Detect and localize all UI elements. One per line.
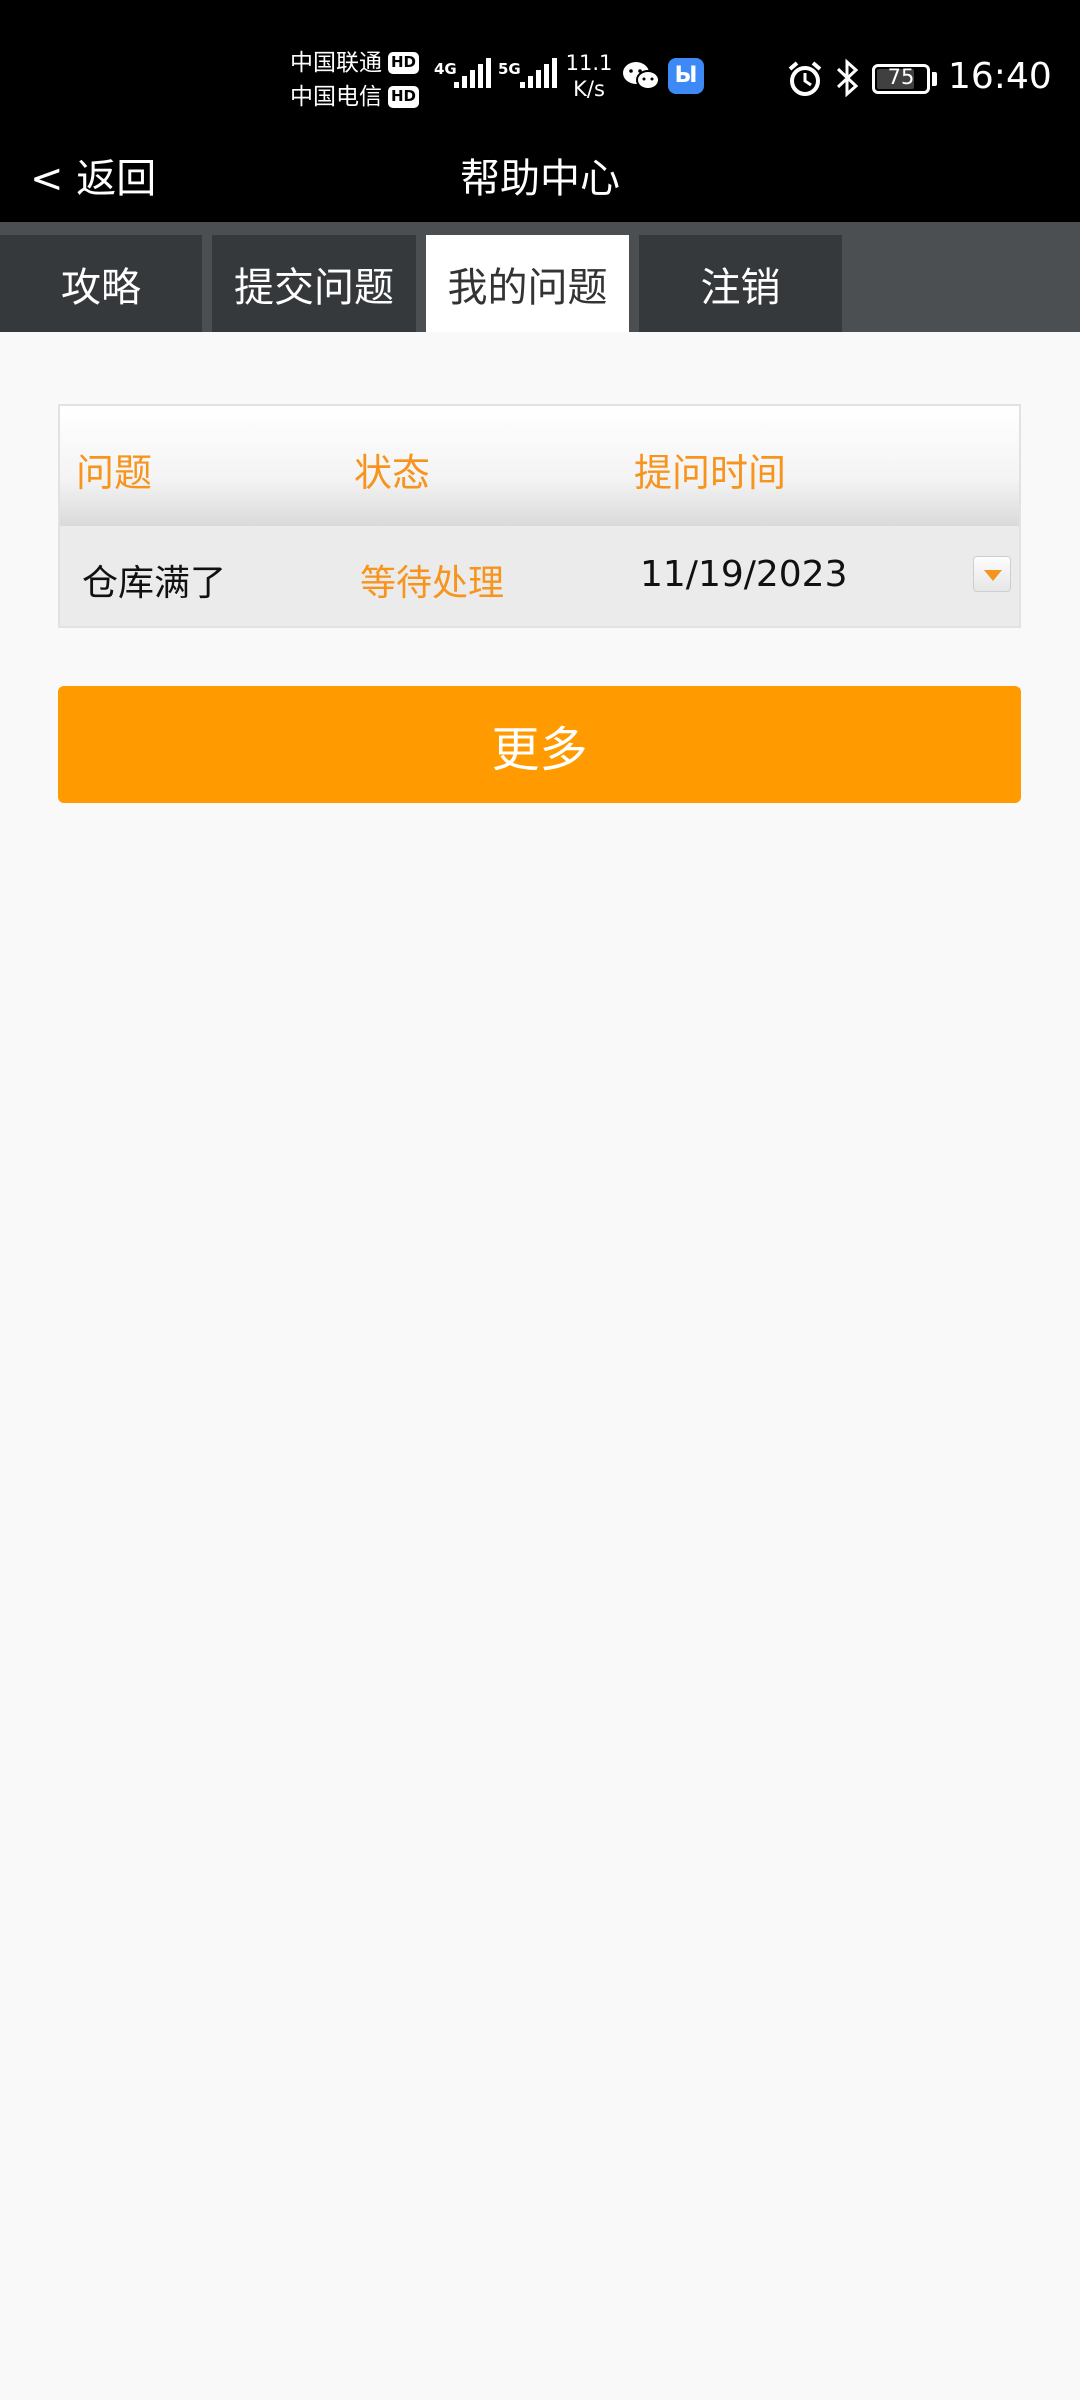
tab-my-questions[interactable]: 我的问题	[426, 235, 629, 332]
signal-icon-2	[520, 58, 557, 88]
table-row[interactable]: 仓库满了 等待处理 11/19/2023	[60, 526, 1019, 626]
network-speed: 11.1 K/s	[562, 50, 616, 102]
page-title: 帮助中心	[460, 156, 620, 202]
bluetooth-icon	[836, 58, 859, 98]
battery-level: 75	[887, 65, 915, 89]
tab-guide[interactable]: 攻略	[0, 235, 202, 332]
question-time: 11/19/2023	[640, 554, 848, 595]
carrier-2: 中国电信	[290, 84, 382, 110]
status-bar: 中国联通 HD 中国电信 HD 4G 5G 11.1 K/s Ы 75 16:40	[0, 0, 1080, 122]
tab-logout[interactable]: 注销	[639, 235, 842, 332]
signal-icon	[454, 58, 491, 88]
carrier-1: 中国联通	[290, 50, 382, 76]
status-text: 等待处理	[360, 563, 505, 604]
battery-tip	[932, 72, 937, 86]
hd-badge-1: HD	[388, 52, 420, 74]
table-header: 问题 状态 提问时间	[60, 406, 1019, 526]
hd-badge-2: HD	[388, 86, 420, 108]
app-header: < 返回 帮助中心	[0, 122, 1080, 222]
expand-dropdown-icon[interactable]	[973, 556, 1011, 592]
question-table: 问题 状态 提问时间 仓库满了 等待处理 11/19/2023	[58, 404, 1021, 628]
question-text: 仓库满了	[82, 563, 227, 604]
carrier-info: 中国联通 HD 中国电信 HD	[290, 46, 420, 114]
tab-bar: 攻略 提交问题 我的问题 注销	[0, 222, 1080, 332]
speed-unit: K/s	[573, 77, 605, 101]
column-time: 提问时间	[634, 451, 787, 495]
alarm-icon	[788, 61, 822, 96]
network-type-2: 5G	[498, 60, 521, 78]
wechat-icon	[623, 62, 660, 90]
tab-submit-question[interactable]: 提交问题	[212, 235, 416, 332]
column-question: 问题	[76, 451, 153, 495]
column-status: 状态	[354, 451, 431, 495]
clock: 16:40	[948, 56, 1052, 97]
more-button[interactable]: 更多	[58, 686, 1021, 803]
speed-value: 11.1	[565, 51, 613, 75]
app-icon: Ы	[668, 58, 704, 94]
battery-icon: 75	[872, 64, 930, 94]
